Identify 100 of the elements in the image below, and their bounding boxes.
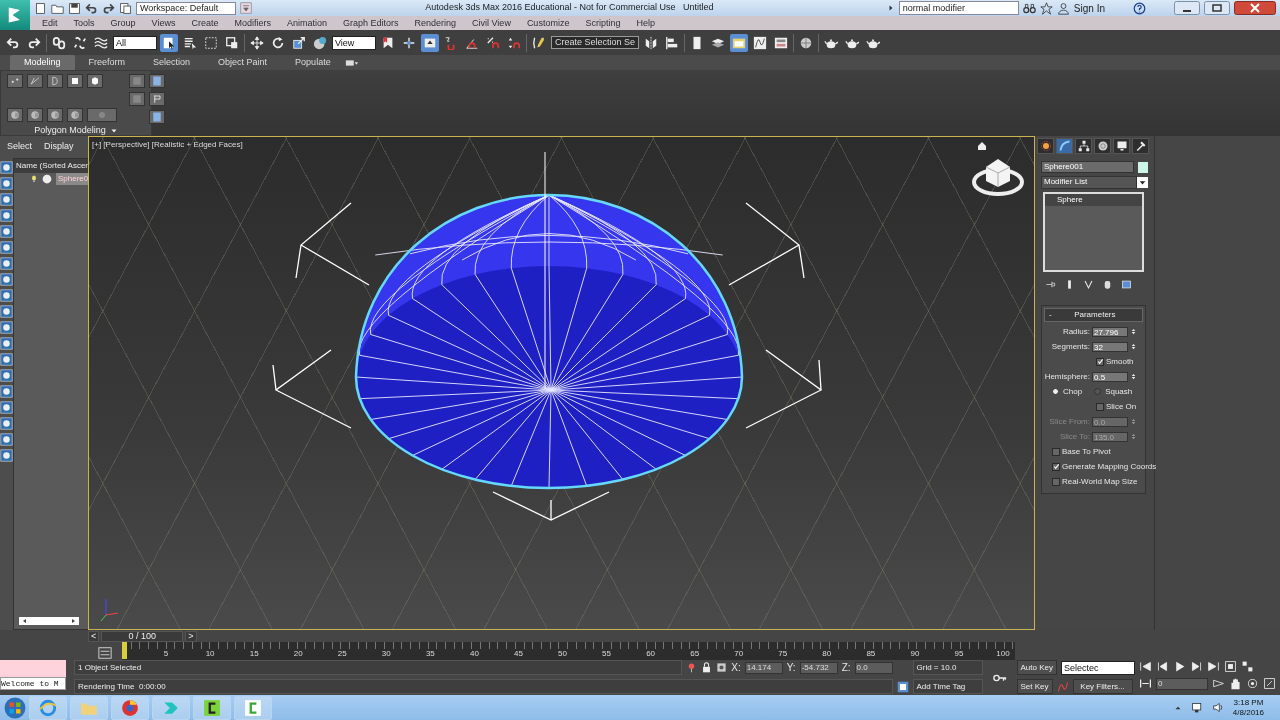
move-icon[interactable] [250, 35, 264, 50]
pan-hand-icon[interactable] [1229, 677, 1242, 690]
cube-icon[interactable] [9, 109, 21, 121]
filter-icon[interactable] [0, 384, 13, 398]
workspace-dropdown[interactable]: Workspace: Default [136, 1, 236, 15]
percent-snap-icon[interactable] [486, 35, 500, 50]
scale-icon[interactable] [292, 35, 306, 50]
go-to-end-icon[interactable] [1207, 660, 1220, 673]
coordinate-field[interactable]: -54.732 [799, 661, 838, 674]
panel-title[interactable]: Polygon Modeling [34, 124, 106, 138]
current-frame-field[interactable]: 0 [1156, 677, 1208, 690]
filter-icon[interactable] [0, 224, 13, 238]
menu-item[interactable]: Civil View [464, 16, 519, 30]
broken-chain-icon[interactable] [73, 35, 87, 50]
motion-icon[interactable] [1096, 140, 1109, 152]
previous-frame-icon[interactable] [1156, 660, 1169, 673]
number-field[interactable]: 27.796 [1092, 326, 1128, 337]
track-bar-icon[interactable] [98, 646, 112, 660]
collapse-toggle[interactable]: - [1045, 309, 1056, 321]
number-field[interactable]: 32 [1092, 341, 1128, 352]
menu-item[interactable]: Rendering [406, 16, 465, 30]
hierarchy-icon[interactable] [1077, 140, 1090, 152]
menu-item[interactable]: Modifiers [226, 16, 279, 30]
checkbox-label[interactable]: Real-World Map Size [1062, 475, 1138, 488]
explorer-tab[interactable]: Display [37, 140, 79, 154]
cube-icon[interactable] [49, 109, 61, 121]
checkbox[interactable] [1096, 357, 1104, 366]
auto-key-button[interactable]: Auto Key [1016, 660, 1057, 675]
sphere-icon[interactable] [313, 35, 327, 50]
filter-icon[interactable] [0, 192, 13, 206]
c-logo-icon[interactable] [203, 698, 221, 717]
number-field[interactable]: 0.5 [1092, 371, 1128, 382]
add-time-tag-button[interactable]: Add Time Tag [912, 679, 983, 694]
ribbon-tab[interactable]: Modeling [10, 55, 75, 70]
undo-icon[interactable] [6, 35, 20, 50]
clock-date[interactable]: 4/8/2016 [1232, 707, 1264, 718]
spinner-arrows-icon[interactable] [1130, 341, 1137, 352]
bookmark-icon[interactable] [381, 35, 395, 50]
menu-item[interactable]: Animation [278, 16, 335, 30]
spinner-arrows-icon[interactable] [1130, 326, 1137, 337]
key-mode-toggle-icon[interactable] [1139, 677, 1152, 690]
radio-label[interactable]: Squash [1105, 385, 1133, 398]
explorer-tab[interactable]: Select [0, 140, 37, 154]
minimize-icon[interactable] [1174, 1, 1200, 15]
viewport[interactable]: [+] [Perspective] [Realistic + Edged Faces] [88, 136, 1035, 630]
lock-icon[interactable] [701, 662, 713, 673]
column-header[interactable]: Name (Sorted Ascer [14, 158, 91, 173]
key-filters-button[interactable]: Key Filters... [1072, 679, 1133, 694]
time-slider-thumb[interactable]: 0 / 100 [101, 630, 184, 642]
checkbox-label[interactable]: Slice On [1106, 400, 1137, 413]
menu-item[interactable]: Help [628, 16, 663, 30]
named-selection-field[interactable]: Create Selection Se [551, 36, 640, 49]
chain-icon[interactable] [52, 35, 66, 50]
panel-icon[interactable] [151, 75, 163, 87]
ribbon-tab[interactable]: Selection [139, 55, 205, 70]
listener-output[interactable]: Welcome to M [0, 677, 66, 690]
reference-coordinate-dropdown[interactable]: View [332, 35, 376, 50]
flag-icon[interactable] [151, 93, 163, 105]
filter-icon[interactable] [0, 336, 13, 350]
modifier-list-dropdown[interactable]: Modifier List [1041, 176, 1137, 189]
menu-item[interactable]: Customize [518, 16, 578, 30]
circle-logo-icon[interactable] [121, 698, 139, 717]
cube-icon[interactable] [69, 109, 81, 121]
undo-icon[interactable] [85, 1, 98, 15]
filter-icon[interactable] [0, 416, 13, 430]
radio-button[interactable] [1052, 388, 1059, 395]
schematic-icon[interactable] [774, 35, 789, 50]
coordinate-field[interactable]: 0.0 [854, 661, 893, 674]
time-slider-marker[interactable] [122, 642, 127, 659]
menu-item[interactable]: Group [102, 16, 144, 30]
panel-icon[interactable] [151, 111, 163, 123]
redo-icon[interactable] [27, 35, 41, 50]
checkbox-label[interactable]: Base To Pivot [1062, 445, 1111, 458]
next-frame-icon[interactable] [1190, 660, 1203, 673]
mirror-icon[interactable] [644, 35, 659, 50]
filter-icon[interactable] [0, 208, 13, 222]
object-name-field[interactable]: Sphere001 [1041, 161, 1134, 173]
filter-icon[interactable] [0, 160, 13, 174]
go-to-start-icon[interactable] [1139, 660, 1152, 673]
spinner-arrows-icon[interactable] [1130, 371, 1137, 382]
maximize-icon[interactable] [1204, 1, 1230, 15]
spinner-snap-icon[interactable] [507, 35, 521, 50]
hammer-icon[interactable] [1134, 140, 1147, 152]
checkbox[interactable] [1052, 477, 1060, 486]
coordinate-field[interactable]: 14.174 [744, 661, 783, 674]
sphere-drawing[interactable] [354, 151, 744, 490]
star-icon[interactable] [1039, 1, 1053, 15]
filter-icon[interactable] [0, 240, 13, 254]
filter-icon[interactable] [0, 368, 13, 382]
checkbox[interactable] [1096, 402, 1104, 411]
configure-icon[interactable] [1121, 279, 1132, 290]
menu-item[interactable]: Create [183, 16, 227, 30]
new-file-icon[interactable] [34, 1, 47, 15]
project-folder-icon[interactable] [119, 1, 132, 15]
filter-icon[interactable] [0, 272, 13, 286]
menu-item[interactable]: Graph Editors [334, 16, 407, 30]
light-bulb-icon[interactable] [30, 173, 38, 184]
viewport-label[interactable]: [+] [Perspective] [Realistic + Edged Faces] [92, 139, 243, 151]
menu-item[interactable]: Views [143, 16, 184, 30]
orbit-icon[interactable] [1246, 677, 1259, 690]
